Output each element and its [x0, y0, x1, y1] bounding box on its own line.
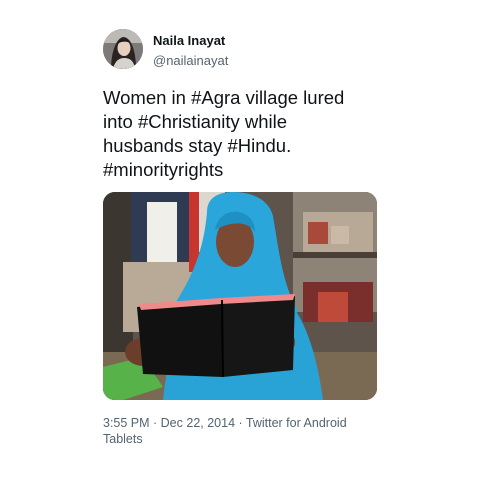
tweet-timestamp-source[interactable]: 3:55 PM · Dec 22, 2014 · Twitter for And…: [103, 415, 373, 431]
tweet-text: Women in #Agra village lured into #Chris…: [103, 86, 403, 182]
tweet-card: Naila Inayat @nailainayat Women in #Agra…: [0, 0, 480, 480]
avatar[interactable]: [103, 29, 143, 69]
tweet-photo[interactable]: [103, 192, 377, 400]
avatar-image: [103, 29, 143, 69]
tweet-meta: 3:55 PM · Dec 22, 2014 · Twitter for And…: [103, 415, 373, 447]
tweet-text-line: #minorityrights: [103, 159, 224, 180]
tweet-source-continued[interactable]: Tablets: [103, 431, 373, 447]
tweet-text-line: husbands stay #Hindu.: [103, 135, 292, 156]
author-name[interactable]: Naila Inayat: [153, 33, 225, 48]
tweet-text-line: Women in #Agra village lured: [103, 87, 345, 108]
photo-image: [103, 192, 377, 400]
tweet-text-line: into #Christianity while: [103, 111, 288, 132]
author-handle[interactable]: @nailainayat: [153, 53, 228, 68]
